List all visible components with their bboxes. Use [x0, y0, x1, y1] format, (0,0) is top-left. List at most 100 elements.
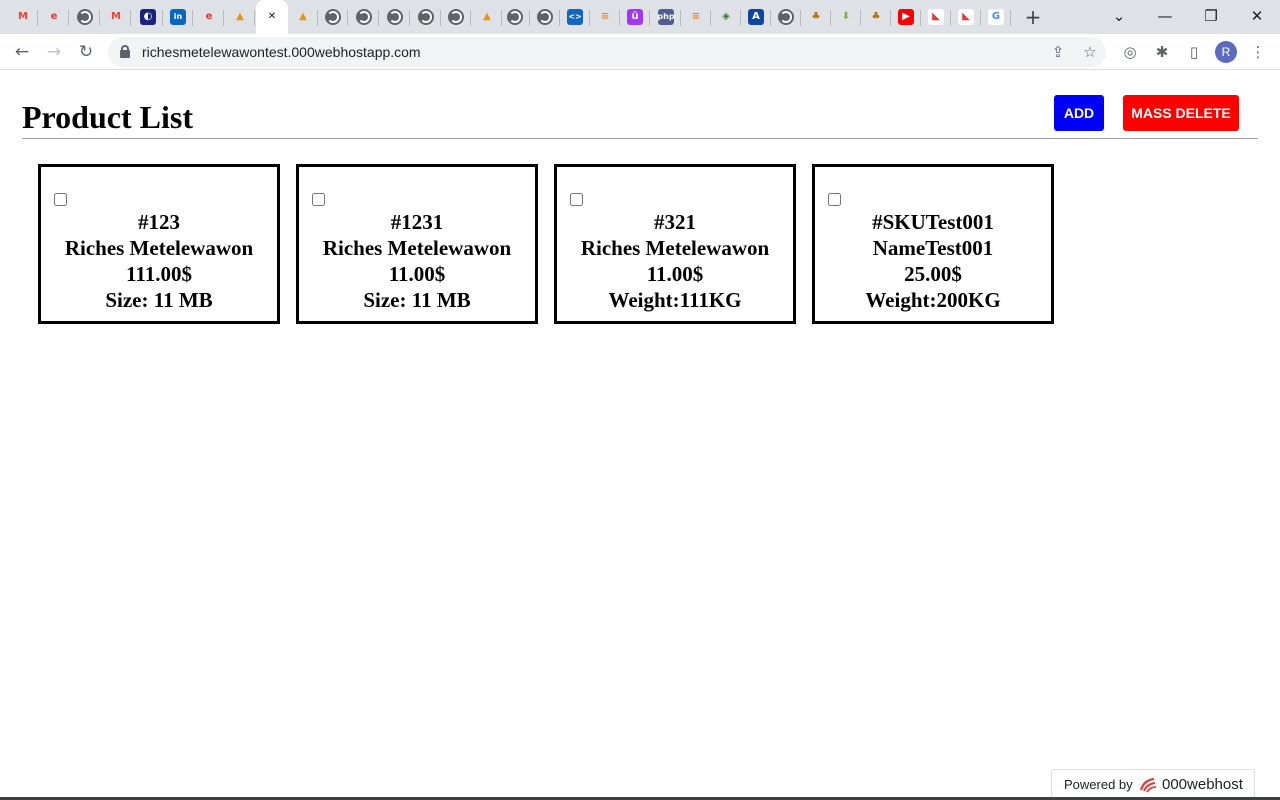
sourcetree-icon: ◐ [140, 9, 156, 25]
url-text[interactable]: richesmetelewawontest.000webhostapp.com [142, 44, 421, 60]
lock-icon[interactable] [120, 45, 130, 58]
browser-tab[interactable]: ▲ [288, 3, 318, 31]
new-tab-button[interactable]: + [1022, 6, 1044, 28]
browser-tab[interactable]: G [981, 3, 1011, 31]
reload-button[interactable]: ↻ [74, 40, 98, 64]
delete-checkbox[interactable] [54, 193, 67, 206]
browser-menu-icon[interactable]: ⋮ [1248, 42, 1268, 62]
globe-icon [418, 9, 434, 25]
close-icon[interactable]: ✕ [264, 9, 280, 25]
browser-tab[interactable]: ◐ [133, 3, 163, 31]
tab-separator [1010, 10, 1011, 26]
globe-icon [778, 9, 794, 25]
add-button[interactable]: ADD [1054, 95, 1104, 131]
address-bar[interactable]: richesmetelewawontest.000webhostapp.com … [108, 37, 1106, 67]
browser-tab[interactable]: e [39, 3, 69, 31]
browser-tab[interactable] [349, 3, 379, 31]
000webhost-logo-icon [1139, 777, 1157, 793]
browser-tab[interactable]: M [101, 3, 131, 31]
tab-separator [68, 10, 69, 26]
bookmark-star-icon[interactable]: ☆ [1080, 42, 1100, 62]
tab-separator [378, 10, 379, 26]
browser-tab[interactable]: ✕ [256, 0, 288, 34]
browser-tab[interactable] [380, 3, 410, 31]
browser-tab[interactable] [441, 3, 471, 31]
browser-tab[interactable]: in [163, 3, 193, 31]
browser-tab[interactable]: ü [620, 3, 650, 31]
browser-tab[interactable]: ◣ [921, 3, 951, 31]
browser-tab[interactable] [530, 3, 560, 31]
window-close-button[interactable]: ✕ [1234, 2, 1280, 32]
globe-icon [387, 9, 403, 25]
extensions-puzzle-icon[interactable]: ✱ [1152, 42, 1172, 62]
udemy-icon: ü [627, 9, 643, 25]
browser-tab[interactable]: <> [560, 3, 590, 31]
browser-tab[interactable]: ◈ [711, 3, 741, 31]
kotlin-icon: ◣ [958, 9, 974, 25]
000webhost-icon: e [50, 11, 58, 22]
browser-tab[interactable]: ≡ [681, 3, 711, 31]
browser-tab[interactable]: ♣ [861, 3, 891, 31]
browser-tab[interactable] [70, 3, 100, 31]
delete-checkbox[interactable] [828, 193, 841, 206]
restore-button[interactable]: ❐ [1188, 2, 1234, 32]
browser-tab[interactable]: M [8, 3, 38, 31]
product-attribute: Weight:200KG [865, 288, 1001, 312]
browser-tab[interactable] [411, 3, 441, 31]
product-sku: #SKUTest001 [872, 210, 994, 234]
product-price: 111.00$ [126, 262, 192, 286]
tab-separator [409, 10, 410, 26]
tab-separator [254, 10, 255, 26]
google-icon: G [988, 9, 1004, 25]
profile-avatar[interactable]: R [1215, 41, 1237, 63]
browser-tab[interactable] [500, 3, 530, 31]
browser-tab[interactable]: A [741, 3, 771, 31]
product-attribute: Weight:111KG [608, 288, 742, 312]
powered-by-badge[interactable]: Powered by 000webhost [1051, 769, 1255, 800]
delete-checkbox[interactable] [312, 193, 325, 206]
browser-tab[interactable]: ◣ [951, 3, 981, 31]
browser-tab[interactable]: ⬇ [831, 3, 861, 31]
stackoverflow-icon: ≡ [691, 11, 701, 22]
browser-tab[interactable]: ▶ [891, 3, 921, 31]
browser-tab[interactable]: ▲ [472, 3, 502, 31]
header-divider [22, 138, 1258, 139]
browser-tab[interactable]: ▲ [225, 3, 255, 31]
diamond-icon: ◈ [722, 11, 730, 22]
tab-separator [37, 10, 38, 26]
browser-tab[interactable] [318, 3, 348, 31]
browser-tab[interactable]: e [194, 3, 224, 31]
product-card: #123 Riches Metelewawon 111.00$ Size: 11… [38, 164, 280, 324]
tab-search-button[interactable]: ⌄ [1096, 2, 1142, 32]
browser-tab[interactable]: php [651, 3, 681, 31]
share-icon[interactable]: ⇪ [1048, 42, 1068, 62]
extension-icon[interactable]: ◎ [1120, 42, 1140, 62]
code-icon: <> [567, 9, 583, 25]
a-icon: A [748, 9, 764, 25]
phpmyadmin-icon: ▲ [483, 11, 491, 22]
product-name: NameTest001 [872, 236, 994, 260]
php-icon: php [657, 9, 675, 25]
browser-tab[interactable]: ♣ [801, 3, 831, 31]
product-sku: #1231 [390, 210, 444, 234]
product-name: Riches Metelewawon [322, 236, 512, 260]
page-content: Product List ADD MASS DELETE #123 Riches… [0, 71, 1280, 800]
back-button[interactable]: ← [10, 40, 34, 64]
product-price: 11.00$ [646, 262, 704, 286]
browser-tab[interactable] [771, 3, 801, 31]
mass-delete-button[interactable]: MASS DELETE [1123, 95, 1239, 131]
side-panel-icon[interactable]: ▯ [1184, 42, 1204, 62]
tab-separator [223, 10, 224, 26]
browser-toolbar: ← → ↻ richesmetelewawontest.000webhostap… [0, 34, 1280, 70]
minimize-button[interactable]: — [1142, 2, 1188, 32]
forward-button[interactable]: → [42, 40, 66, 64]
browser-tab[interactable]: ≡ [590, 3, 620, 31]
delete-checkbox[interactable] [570, 193, 583, 206]
product-name: Riches Metelewawon [64, 236, 254, 260]
page-title: Product List [22, 99, 193, 135]
bell-icon: ♣ [811, 11, 821, 22]
product-sku: #321 [654, 210, 696, 234]
product-attribute: Size: 11 MB [105, 288, 213, 312]
tab-separator [347, 10, 348, 26]
globe-icon [537, 9, 553, 25]
